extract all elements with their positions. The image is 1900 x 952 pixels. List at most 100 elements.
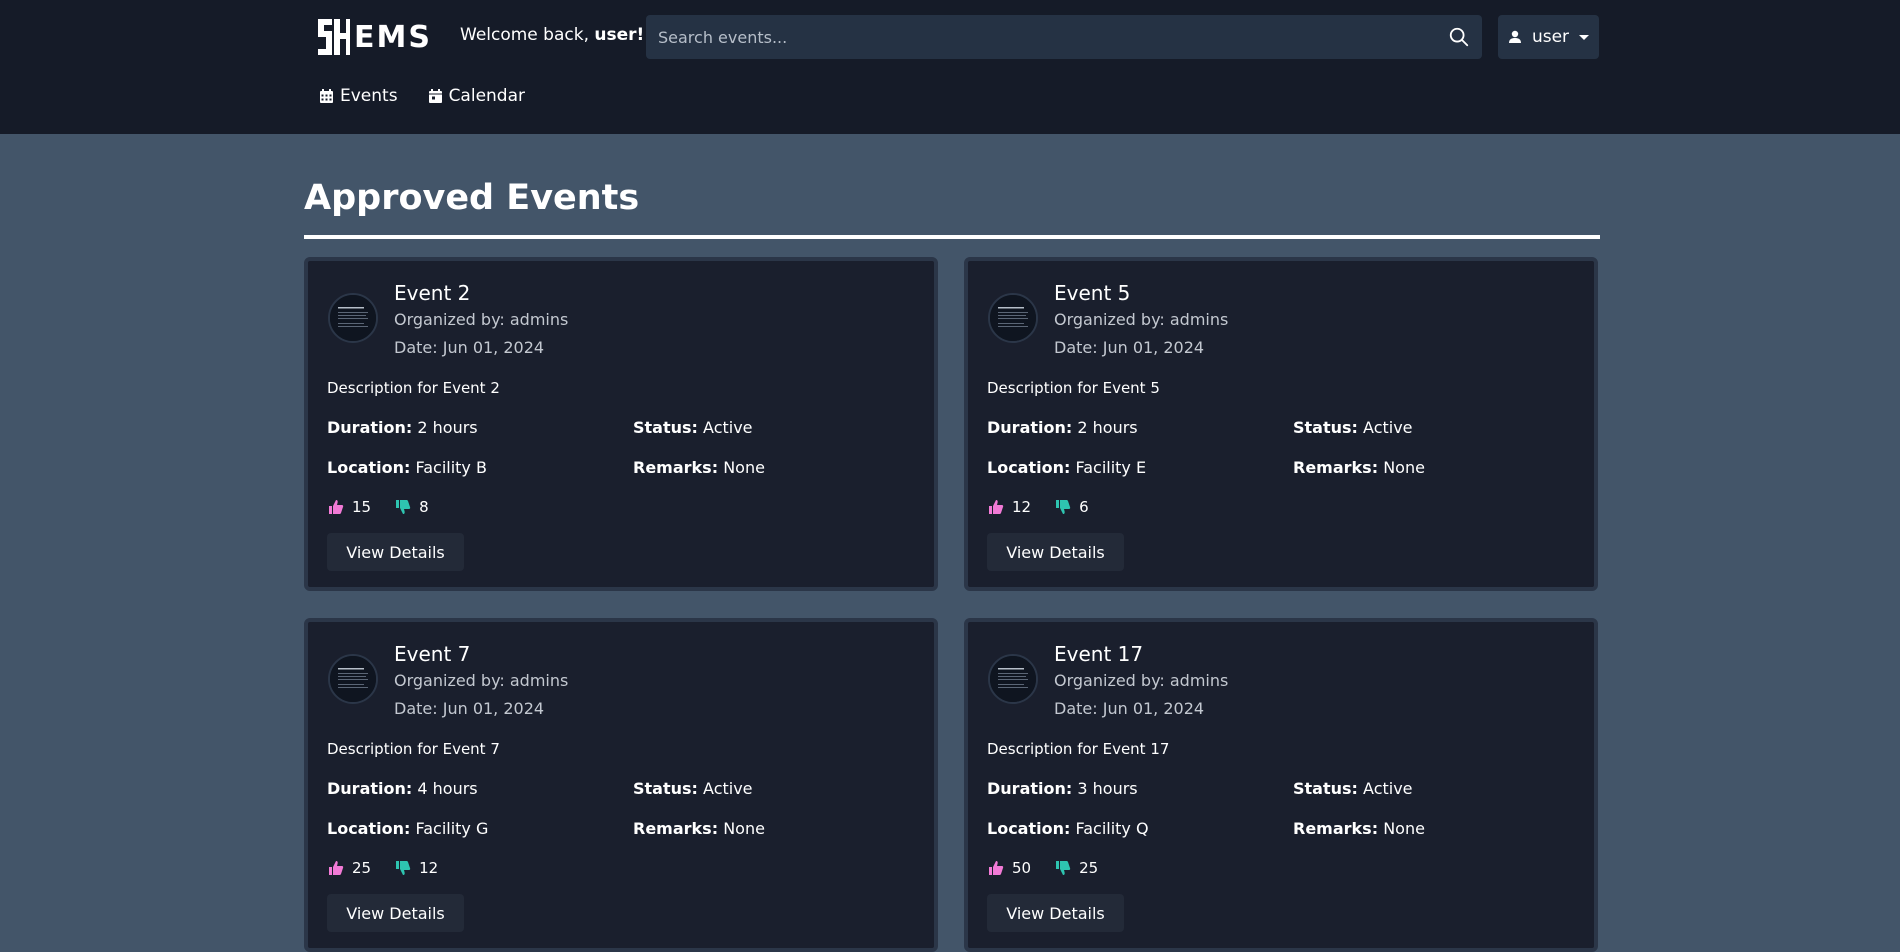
search-bar	[646, 15, 1482, 59]
thumbs-up-icon	[329, 861, 344, 875]
event-thumbnail-image	[990, 656, 1036, 702]
event-date: Date: Jun 01, 2024	[394, 699, 544, 718]
welcome-message: Welcome back, user!	[460, 25, 644, 45]
duration-label: Duration:	[987, 418, 1073, 437]
event-status: Status: Active	[1293, 418, 1413, 437]
event-organizer: Organized by: admins	[394, 310, 568, 329]
dislike-button[interactable]: 8	[395, 498, 429, 516]
organizer-value: admins	[1169, 310, 1229, 329]
event-reactions: 12 6	[988, 498, 1113, 516]
location-value: Facility E	[1075, 458, 1147, 477]
search-icon[interactable]	[1448, 26, 1470, 48]
duration-value: 2 hours	[1077, 418, 1138, 437]
thumbs-up-icon	[989, 861, 1004, 875]
date-value: Jun 01, 2024	[1102, 338, 1205, 357]
dislike-count: 8	[419, 498, 429, 516]
calendar-grid-icon	[320, 88, 333, 103]
calendar-icon	[428, 88, 442, 103]
like-button[interactable]: 15	[328, 498, 371, 516]
status-label: Status:	[633, 418, 698, 437]
like-button[interactable]: 25	[328, 859, 371, 877]
location-value: Facility Q	[1075, 819, 1149, 838]
event-remarks: Remarks: None	[1293, 458, 1425, 477]
organizer-prefix: Organized by:	[1054, 310, 1165, 329]
view-details-button[interactable]: View Details	[987, 533, 1124, 571]
status-value: Active	[1363, 418, 1413, 437]
date-value: Jun 01, 2024	[442, 338, 545, 357]
thumbs-down-icon	[1056, 861, 1071, 875]
organizer-prefix: Organized by:	[394, 671, 505, 690]
user-menu-label: user	[1531, 27, 1570, 47]
event-remarks: Remarks: None	[633, 458, 765, 477]
event-reactions: 15 8	[328, 498, 453, 516]
date-value: Jun 01, 2024	[442, 699, 545, 718]
event-location: Location: Facility Q	[987, 819, 1149, 838]
welcome-prefix: Welcome back,	[460, 25, 589, 45]
event-thumbnail	[328, 654, 378, 704]
chevron-down-icon	[1579, 34, 1590, 40]
app-logo[interactable]: EMS	[312, 14, 432, 60]
thumbs-down-icon	[396, 500, 411, 514]
dislike-count: 6	[1079, 498, 1089, 516]
location-label: Location:	[987, 458, 1071, 477]
event-title: Event 17	[1054, 642, 1144, 666]
status-label: Status:	[633, 779, 698, 798]
remarks-label: Remarks:	[633, 458, 719, 477]
event-description: Description for Event 2	[327, 379, 500, 397]
duration-label: Duration:	[987, 779, 1073, 798]
event-duration: Duration: 2 hours	[987, 418, 1138, 437]
event-thumbnail-image	[990, 295, 1036, 341]
like-count: 50	[1012, 859, 1032, 877]
view-details-button[interactable]: View Details	[987, 894, 1124, 932]
dislike-button[interactable]: 25	[1055, 859, 1098, 877]
date-prefix: Date:	[1054, 338, 1098, 357]
remarks-label: Remarks:	[1293, 819, 1379, 838]
event-duration: Duration: 2 hours	[327, 418, 478, 437]
event-card: Event 7 Organized by: admins Date: Jun 0…	[304, 618, 938, 952]
event-thumbnail-image	[330, 656, 376, 702]
view-details-button[interactable]: View Details	[327, 894, 464, 932]
thumbs-up-icon	[989, 500, 1004, 514]
search-input[interactable]	[646, 15, 1426, 59]
like-button[interactable]: 50	[988, 859, 1031, 877]
status-value: Active	[703, 779, 753, 798]
date-prefix: Date:	[394, 338, 438, 357]
event-status: Status: Active	[1293, 779, 1413, 798]
remarks-label: Remarks:	[633, 819, 719, 838]
event-organizer: Organized by: admins	[394, 671, 568, 690]
status-value: Active	[1363, 779, 1413, 798]
date-prefix: Date:	[394, 699, 438, 718]
status-value: Active	[703, 418, 753, 437]
remarks-value: None	[723, 819, 765, 838]
thumbs-down-icon	[396, 861, 411, 875]
remarks-value: None	[1383, 458, 1425, 477]
logo-mark-icon	[318, 19, 350, 55]
event-description: Description for Event 5	[987, 379, 1160, 397]
nav-item-calendar[interactable]: Calendar	[428, 86, 525, 106]
event-description: Description for Event 17	[987, 740, 1170, 758]
title-divider	[304, 235, 1600, 239]
logo-text: EMS	[354, 19, 432, 55]
event-organizer: Organized by: admins	[1054, 671, 1228, 690]
duration-value: 3 hours	[1077, 779, 1138, 798]
event-status: Status: Active	[633, 418, 753, 437]
duration-label: Duration:	[327, 418, 413, 437]
event-date: Date: Jun 01, 2024	[394, 338, 544, 357]
nav-item-calendar-label: Calendar	[448, 86, 526, 106]
like-button[interactable]: 12	[988, 498, 1031, 516]
event-location: Location: Facility G	[327, 819, 488, 838]
event-thumbnail-image	[330, 295, 376, 341]
view-details-button[interactable]: View Details	[327, 533, 464, 571]
user-menu-button[interactable]: user	[1498, 15, 1599, 59]
event-date: Date: Jun 01, 2024	[1054, 699, 1204, 718]
event-location: Location: Facility B	[327, 458, 487, 477]
event-thumbnail	[328, 293, 378, 343]
user-icon	[1508, 30, 1521, 43]
event-card: Event 2 Organized by: admins Date: Jun 0…	[304, 257, 938, 591]
dislike-button[interactable]: 6	[1055, 498, 1089, 516]
duration-value: 4 hours	[417, 779, 478, 798]
event-reactions: 50 25	[988, 859, 1122, 877]
nav-item-events[interactable]: Events	[319, 86, 398, 106]
dislike-button[interactable]: 12	[395, 859, 438, 877]
organizer-prefix: Organized by:	[394, 310, 505, 329]
